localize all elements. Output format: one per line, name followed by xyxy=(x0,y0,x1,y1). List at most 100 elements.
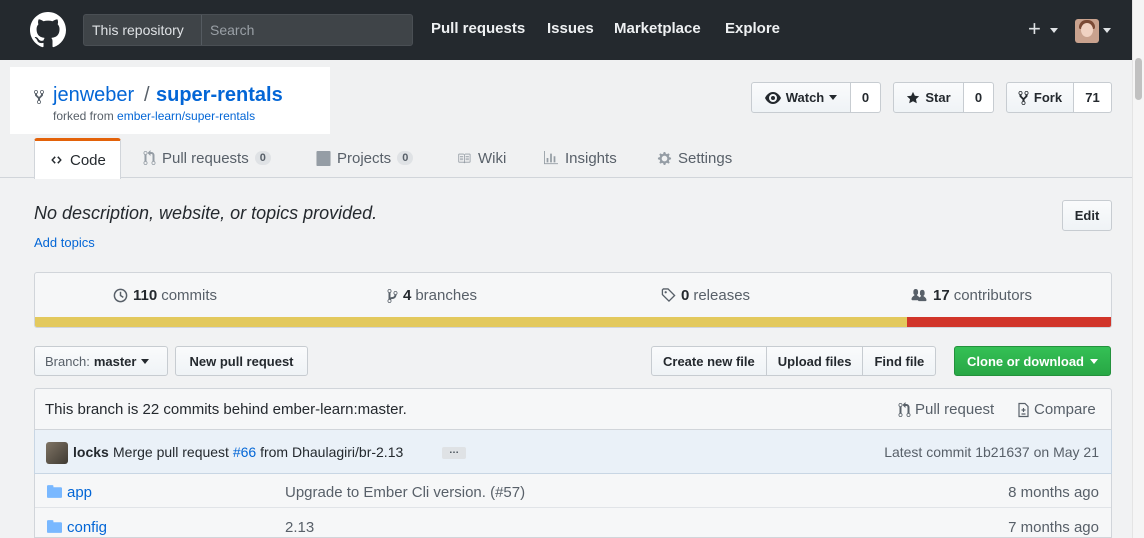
table-row: app Upgrade to Ember Cli version. (#57) … xyxy=(35,474,1111,508)
chevron-down-icon[interactable] xyxy=(1103,28,1111,33)
project-icon xyxy=(316,150,331,166)
fork-button[interactable]: Fork xyxy=(1006,82,1074,113)
repo-summary: 110 commits 4 branches 0 releases 17 con… xyxy=(34,272,1112,328)
file-actions-group: Create new file Upload files Find file xyxy=(651,346,937,376)
search-input[interactable] xyxy=(204,17,404,43)
file-commit-message[interactable]: 2.13 xyxy=(285,519,314,536)
nav-explore[interactable]: Explore xyxy=(725,20,780,37)
history-icon xyxy=(113,288,128,303)
chevron-down-icon xyxy=(1090,358,1098,364)
eye-icon xyxy=(764,91,781,104)
fork-icon xyxy=(1018,90,1029,106)
pull-request-icon xyxy=(898,401,911,418)
code-icon xyxy=(49,154,64,166)
star-count[interactable]: 0 xyxy=(964,82,994,113)
language-bar-segment[interactable] xyxy=(906,317,1111,327)
commit-message-suffix: from Dhaulagiri/br-2.13 xyxy=(260,444,404,460)
scrollbar-thumb[interactable] xyxy=(1135,58,1142,100)
diff-icon xyxy=(1017,402,1030,418)
language-bar[interactable] xyxy=(35,317,1111,327)
file-name-link[interactable]: app xyxy=(67,484,92,501)
nav-marketplace[interactable]: Marketplace xyxy=(614,20,701,37)
commit-author-avatar[interactable] xyxy=(46,442,68,464)
latest-commit-label: Latest commit xyxy=(884,444,972,460)
file-name-link[interactable]: config xyxy=(67,519,107,536)
commit-expand-button[interactable]: … xyxy=(442,446,466,459)
tab-settings-label: Settings xyxy=(678,149,733,167)
tab-projects[interactable]: Projects 0 xyxy=(316,138,414,178)
search-scope-label[interactable]: This repository xyxy=(84,15,202,45)
forked-from-prefix: forked from xyxy=(53,109,114,123)
repo-path-separator: / xyxy=(144,84,150,106)
star-button[interactable]: Star xyxy=(893,82,964,113)
tab-pull-requests-label: Pull requests xyxy=(162,149,249,167)
pull-request-link[interactable]: Pull request xyxy=(898,401,994,418)
watch-label: Watch xyxy=(785,90,825,105)
chevron-down-icon xyxy=(141,358,150,364)
branch-status-bar: This branch is 22 commits behind ember-l… xyxy=(34,388,1112,430)
add-topics-link[interactable]: Add topics xyxy=(34,235,95,250)
branches-label: branches xyxy=(415,287,478,304)
star-label: Star xyxy=(925,90,951,105)
watch-button[interactable]: Watch xyxy=(751,82,851,113)
fork-count[interactable]: 71 xyxy=(1074,82,1112,113)
new-pull-request-button[interactable]: New pull request xyxy=(175,346,308,376)
repo-name-link[interactable]: super-rentals xyxy=(156,84,283,107)
upload-files-button[interactable]: Upload files xyxy=(765,346,864,376)
branch-name: master xyxy=(93,353,137,369)
watch-count[interactable]: 0 xyxy=(851,82,881,113)
contributors-count: 17 xyxy=(933,287,950,304)
page-scrollbar[interactable] xyxy=(1132,0,1144,538)
file-commit-message[interactable]: Upgrade to Ember Cli version. (#57) xyxy=(285,484,525,501)
commit-pr-link[interactable]: #66 xyxy=(233,444,256,460)
book-icon xyxy=(456,152,472,165)
tab-code-label: Code xyxy=(70,151,106,169)
repo-description: No description, website, or topics provi… xyxy=(34,203,378,223)
star-icon xyxy=(906,91,920,105)
create-new-icon[interactable]: + xyxy=(1028,17,1041,41)
branches-summary[interactable]: 4 branches xyxy=(387,287,477,304)
commits-summary[interactable]: 110 commits xyxy=(113,287,217,304)
tab-insights-label: Insights xyxy=(565,149,617,167)
commit-message-prefix: Merge pull request xyxy=(113,444,229,460)
branch-select-button[interactable]: Branch: master xyxy=(34,346,168,376)
commit-date: on May 21 xyxy=(1033,444,1099,460)
tab-wiki-label: Wiki xyxy=(478,149,507,167)
releases-summary[interactable]: 0 releases xyxy=(661,287,750,304)
tab-pull-requests[interactable]: Pull requests 0 xyxy=(143,138,271,178)
chevron-down-icon xyxy=(829,95,838,100)
chevron-down-icon[interactable] xyxy=(1050,28,1058,33)
user-avatar[interactable] xyxy=(1075,19,1099,43)
commit-author[interactable]: locks xyxy=(73,444,109,460)
folder-icon xyxy=(47,520,62,533)
nav-pull-requests[interactable]: Pull requests xyxy=(431,20,525,37)
people-icon xyxy=(910,288,928,303)
file-table: app Upgrade to Ember Cli version. (#57) … xyxy=(34,474,1112,538)
commit-sha-link[interactable]: 1b21637 xyxy=(975,444,1030,460)
nav-issues[interactable]: Issues xyxy=(547,20,594,37)
language-bar-segment[interactable] xyxy=(35,317,907,327)
releases-count: 0 xyxy=(681,287,690,304)
tab-insights[interactable]: Insights xyxy=(543,138,617,178)
tab-wiki[interactable]: Wiki xyxy=(456,138,506,178)
tab-settings[interactable]: Settings xyxy=(657,138,732,178)
compare-link[interactable]: Compare xyxy=(1017,401,1096,418)
compare-label: Compare xyxy=(1034,401,1096,418)
find-file-button[interactable]: Find file xyxy=(862,346,937,376)
commit-message: Merge pull request #66 from Dhaulagiri/b… xyxy=(113,444,403,460)
tab-count-badge: 0 xyxy=(254,151,271,165)
github-logo-icon[interactable] xyxy=(30,12,66,48)
gear-icon xyxy=(657,151,672,166)
tab-code[interactable]: Code xyxy=(34,138,121,179)
file-age: 7 months ago xyxy=(1008,519,1099,536)
edit-button[interactable]: Edit xyxy=(1062,200,1112,231)
tag-icon xyxy=(661,288,676,303)
create-new-file-button[interactable]: Create new file xyxy=(651,346,767,376)
forked-from-link[interactable]: ember-learn/super-rentals xyxy=(117,109,255,123)
contributors-label: contributors xyxy=(953,287,1033,304)
contributors-summary[interactable]: 17 contributors xyxy=(910,287,1032,304)
clone-or-download-button[interactable]: Clone or download xyxy=(954,346,1111,376)
repo-owner-link[interactable]: jenweber xyxy=(53,84,134,107)
graph-icon xyxy=(543,151,559,165)
releases-label: releases xyxy=(693,287,751,304)
